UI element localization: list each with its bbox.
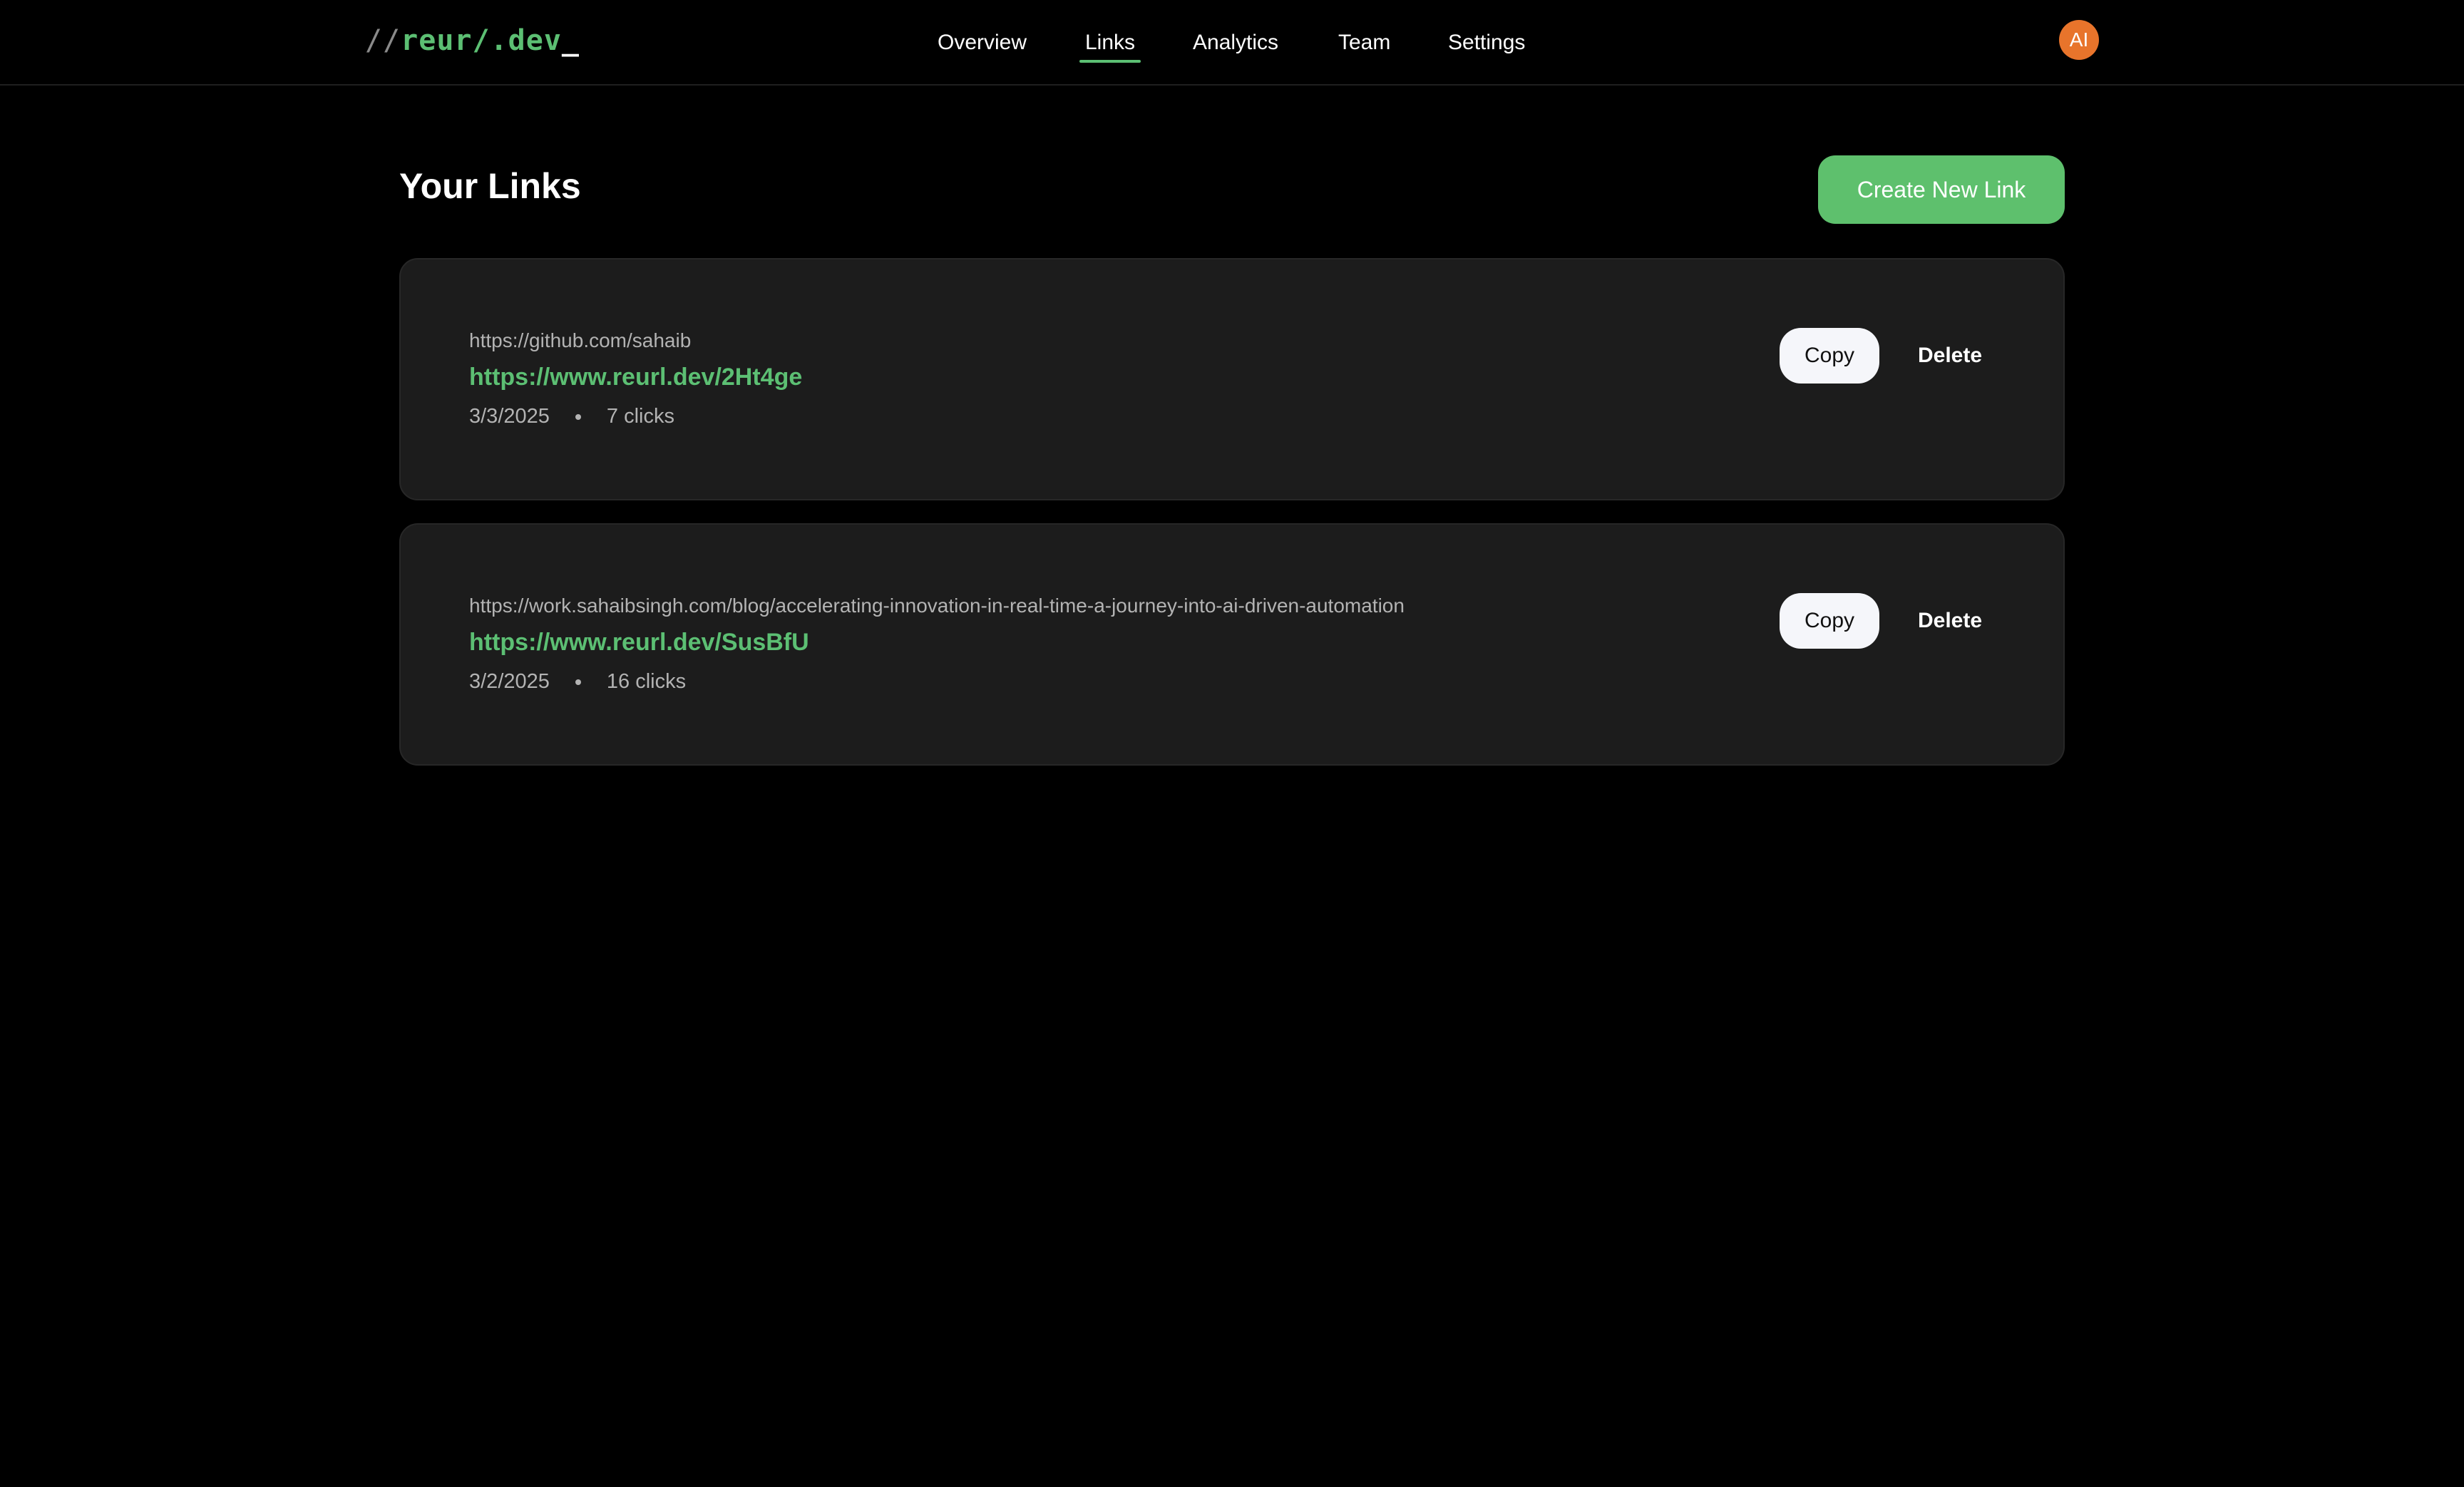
link-card: https://work.sahaibsingh.com/blog/accele… [399,523,2065,766]
short-url-link[interactable]: https://www.reurl.dev/2Ht4ge [469,364,802,391]
nav-item-team[interactable]: Team [1338,21,1390,64]
original-url: https://github.com/sahaib [469,329,692,351]
separator-dot-icon [575,413,581,420]
delete-button[interactable]: Delete [1904,328,1996,384]
link-clicks: 16 clicks [606,670,687,693]
copy-button[interactable]: Copy [1780,593,1879,649]
nav-item-analytics[interactable]: Analytics [1193,21,1278,64]
page-title: Your Links [399,166,581,206]
link-clicks: 7 clicks [606,405,674,428]
link-card: https://github.com/sahaib https://www.re… [399,258,2065,500]
original-url: https://work.sahaibsingh.com/blog/accele… [469,595,1405,617]
copy-button[interactable]: Copy [1780,328,1879,384]
delete-button[interactable]: Delete [1904,593,1996,649]
short-url-link[interactable]: https://www.reurl.dev/SusBfU [469,629,809,657]
link-meta: 3/3/2025 7 clicks [469,405,674,428]
nav-item-overview[interactable]: Overview [938,21,1027,64]
nav-item-links[interactable]: Links [1079,21,1141,64]
user-avatar[interactable]: AI [2059,20,2099,60]
link-meta: 3/2/2025 16 clicks [469,670,686,694]
top-navigation-bar: //reur/.dev _ Overview Links Analytics Te… [0,0,2464,86]
create-new-link-button[interactable]: Create New Link [1818,155,2065,224]
link-date: 3/2/2025 [469,670,550,693]
separator-dot-icon [575,679,581,685]
link-date: 3/3/2025 [469,405,550,428]
nav-item-settings[interactable]: Settings [1448,21,1525,64]
